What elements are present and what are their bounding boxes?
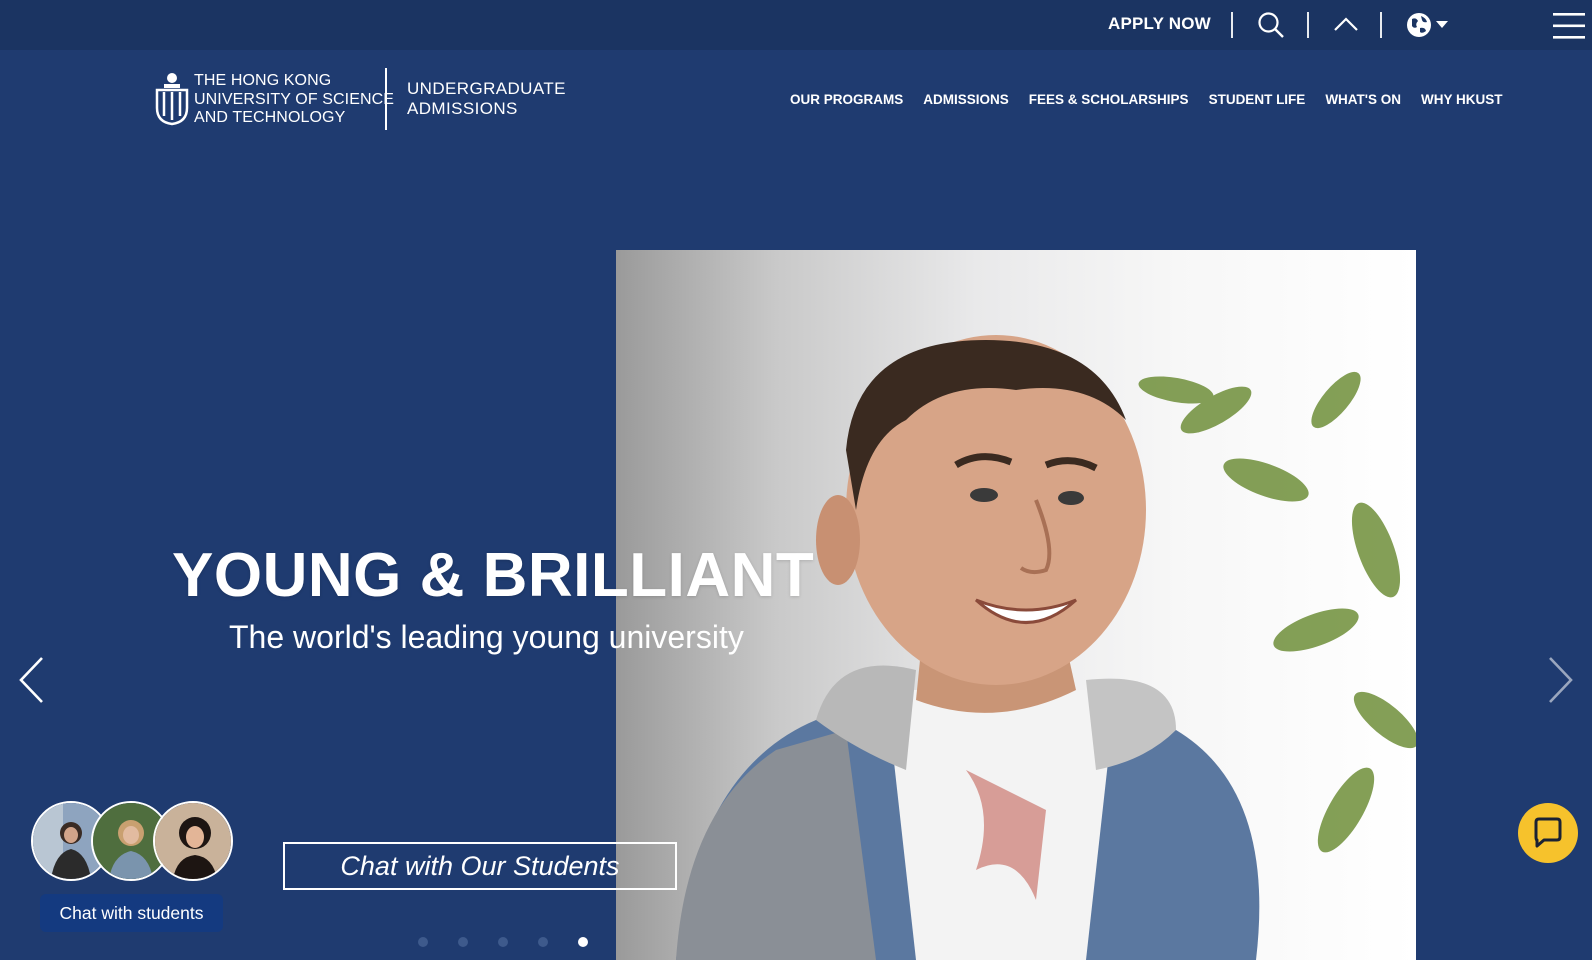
site-name[interactable]: UNDERGRADUATE ADMISSIONS bbox=[407, 79, 566, 119]
search-icon[interactable] bbox=[1257, 11, 1285, 44]
chat-with-students-pill[interactable]: Chat with students bbox=[40, 894, 223, 932]
hamburger-menu-icon[interactable] bbox=[1553, 12, 1585, 45]
university-name-line1: THE HONG KONG bbox=[194, 72, 332, 89]
chevron-up-icon[interactable] bbox=[1333, 16, 1359, 37]
hero-headline: YOUNG & BRILLIANT bbox=[172, 541, 815, 610]
divider bbox=[1307, 12, 1309, 38]
university-name-line2: UNIVERSITY OF SCIENCE bbox=[194, 90, 395, 108]
carousel-dot[interactable] bbox=[538, 937, 548, 947]
avatar[interactable] bbox=[153, 801, 233, 881]
nav-item-fees-scholarships[interactable]: FEES & SCHOLARSHIPS bbox=[1029, 92, 1189, 107]
chat-with-students-button[interactable]: Chat with Our Students bbox=[283, 842, 677, 890]
site-header: THE HONG KONG UNIVERSITY OF SCIENCE AND … bbox=[0, 50, 1592, 150]
hero-subline: The world's leading young university bbox=[229, 619, 744, 655]
nav-item-admissions[interactable]: ADMISSIONS bbox=[923, 92, 1009, 107]
carousel-pagination bbox=[418, 937, 588, 947]
globe-icon[interactable] bbox=[1406, 12, 1452, 43]
nav-item-our-programs[interactable]: OUR PROGRAMS bbox=[790, 92, 903, 107]
nav-item-why-hkust[interactable]: WHY HKUST bbox=[1421, 92, 1503, 107]
carousel-dot[interactable] bbox=[458, 937, 468, 947]
carousel-next-arrow-icon[interactable] bbox=[1548, 656, 1574, 709]
carousel-prev-arrow-icon[interactable] bbox=[18, 656, 44, 709]
chat-bubble-icon bbox=[1534, 817, 1562, 848]
university-name[interactable]: THE HONG KONG UNIVERSITY OF SCIENCE AND … bbox=[194, 72, 394, 128]
utility-bar: APPLY NOW bbox=[0, 0, 1592, 50]
site-name-line1: UNDERGRADUATE bbox=[407, 79, 566, 98]
student-avatars[interactable] bbox=[31, 801, 235, 881]
hkust-logo-icon[interactable] bbox=[155, 72, 189, 131]
carousel-dot-active[interactable] bbox=[578, 937, 588, 947]
carousel-dot[interactable] bbox=[418, 937, 428, 947]
nav-item-whats-on[interactable]: WHAT'S ON bbox=[1325, 92, 1401, 107]
apply-now-link[interactable]: APPLY NOW bbox=[1108, 14, 1211, 34]
divider bbox=[1380, 12, 1382, 38]
main-nav: OUR PROGRAMS ADMISSIONS FEES & SCHOLARSH… bbox=[790, 92, 1503, 107]
live-chat-button[interactable] bbox=[1518, 803, 1578, 863]
logo-divider bbox=[385, 68, 387, 130]
carousel-dot[interactable] bbox=[498, 937, 508, 947]
university-name-line3: AND TECHNOLOGY bbox=[194, 109, 346, 126]
nav-item-student-life[interactable]: STUDENT LIFE bbox=[1209, 92, 1306, 107]
site-name-line2: ADMISSIONS bbox=[407, 99, 518, 118]
divider bbox=[1231, 12, 1233, 38]
